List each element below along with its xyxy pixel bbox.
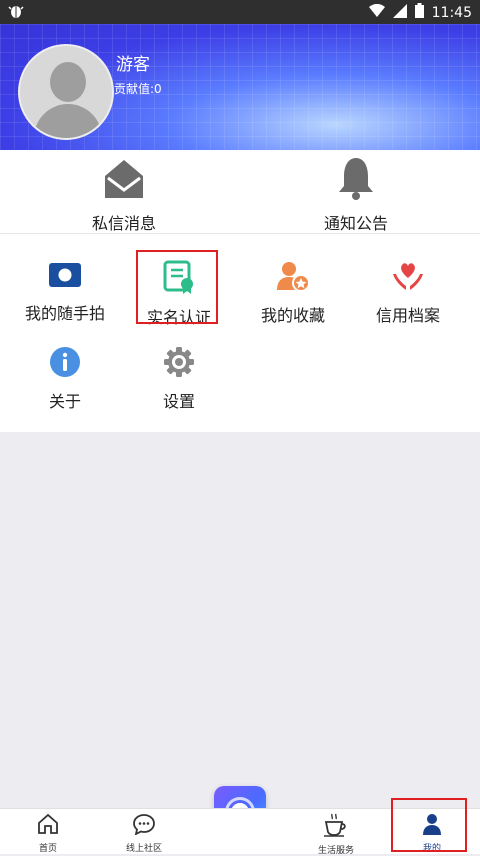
info-icon bbox=[49, 347, 81, 382]
tab-life-service[interactable]: 生活服务 bbox=[288, 813, 384, 856]
highlight-box bbox=[136, 250, 218, 324]
menu-item-favorites[interactable]: 我的收藏 bbox=[233, 260, 353, 326]
menu-item-label: 信用档案 bbox=[375, 306, 440, 325]
bell-icon bbox=[336, 158, 376, 204]
notice-button[interactable]: 通知公告 bbox=[236, 156, 476, 234]
tab-community[interactable]: 线上社区 bbox=[96, 813, 192, 854]
private-message-label: 私信消息 bbox=[91, 214, 156, 233]
contribution-value: 贡献值:0 bbox=[114, 82, 162, 96]
favorite-user-icon bbox=[276, 262, 310, 296]
clock-time: 11:45 bbox=[431, 4, 472, 21]
tab-label: 生活服务 bbox=[317, 846, 354, 856]
status-bar: 11:45 bbox=[0, 0, 480, 24]
heart-hands-icon bbox=[391, 263, 425, 296]
chat-icon bbox=[133, 814, 155, 839]
menu-item-label: 我的收藏 bbox=[260, 306, 325, 325]
home-icon bbox=[37, 813, 59, 839]
highlight-box bbox=[391, 798, 467, 852]
message-row: 私信消息 通知公告 bbox=[0, 150, 480, 234]
menu-item-settings[interactable]: 设置 bbox=[119, 346, 239, 412]
tab-home[interactable]: 首页 bbox=[0, 813, 96, 854]
signal-icon bbox=[392, 3, 407, 22]
camera-icon bbox=[48, 263, 82, 294]
notice-label: 通知公告 bbox=[323, 214, 388, 233]
tab-label: 线上社区 bbox=[125, 844, 162, 854]
avatar[interactable] bbox=[18, 44, 114, 140]
menu-item-snapshot[interactable]: 我的随手拍 bbox=[5, 260, 125, 324]
profile-header: 游客 贡献值:0 bbox=[0, 24, 480, 150]
menu-item-credit-record[interactable]: 信用档案 bbox=[348, 260, 468, 326]
coffee-icon bbox=[323, 813, 349, 841]
username[interactable]: 游客 bbox=[116, 50, 150, 75]
menu-item-label: 设置 bbox=[162, 392, 195, 411]
private-message-button[interactable]: 私信消息 bbox=[4, 156, 244, 234]
envelope-icon bbox=[103, 160, 145, 204]
menu-item-label: 我的随手拍 bbox=[24, 304, 105, 323]
menu-grid: 我的随手拍 实名认证 我的收藏 信用档案 关于 设置 bbox=[0, 234, 480, 432]
tab-label: 首页 bbox=[38, 844, 57, 854]
menu-item-label: 关于 bbox=[48, 392, 81, 411]
menu-item-about[interactable]: 关于 bbox=[5, 346, 125, 412]
wifi-icon bbox=[368, 3, 385, 22]
gear-icon bbox=[163, 347, 195, 382]
bug-icon bbox=[8, 3, 24, 23]
battery-icon bbox=[414, 3, 424, 22]
